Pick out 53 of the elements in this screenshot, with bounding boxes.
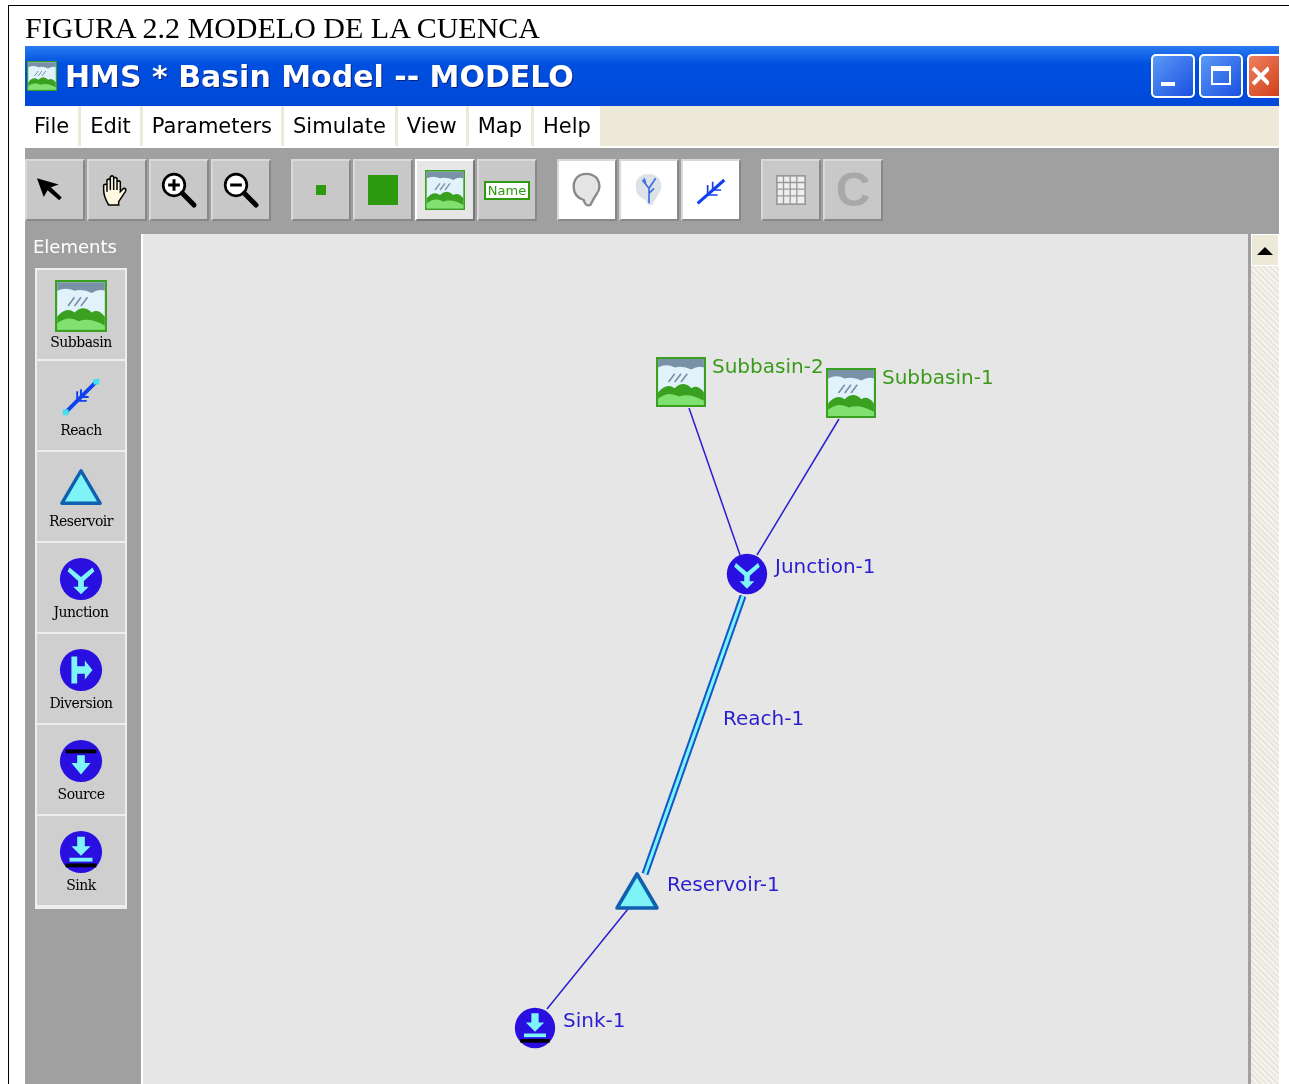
vertical-scrollbar[interactable]	[1248, 234, 1279, 1084]
scroll-up-button[interactable]	[1251, 234, 1279, 266]
up-arrow-icon	[1257, 245, 1273, 255]
menu-item[interactable]: File	[25, 106, 79, 146]
maximize-icon	[1210, 65, 1232, 87]
menu-item[interactable]: Map	[468, 106, 531, 146]
element-label: Subbasin-1	[882, 365, 994, 389]
element-button[interactable]: Junction	[37, 543, 125, 634]
sink-icon	[58, 828, 104, 875]
menu-item[interactable]: Help	[534, 106, 600, 146]
element-label: Junction-1	[775, 554, 876, 578]
close-icon	[1249, 64, 1269, 88]
source-icon	[58, 737, 104, 784]
element-label: Sink-1	[563, 1008, 626, 1032]
zoom-out-icon	[221, 170, 261, 210]
zoom-in-icon	[159, 170, 199, 210]
menu-item[interactable]: View	[397, 106, 466, 146]
element-button[interactable]: Diversion	[37, 634, 125, 725]
element-button[interactable]: Source	[37, 725, 125, 816]
maximize-button[interactable]	[1199, 54, 1243, 98]
tool-button[interactable]: Name	[477, 159, 537, 221]
palette-title: Elements	[33, 235, 118, 259]
menu-item[interactable]: Simulate	[284, 106, 395, 146]
junction-node[interactable]	[725, 552, 769, 596]
tool-button[interactable]	[87, 159, 147, 221]
square-icon	[316, 185, 326, 195]
junction-icon	[58, 555, 104, 602]
element-button[interactable]: Sink	[37, 816, 125, 907]
close-button[interactable]	[1247, 54, 1279, 98]
element-button[interactable]: Reservoir	[37, 452, 125, 543]
app-icon	[27, 61, 57, 91]
figure-caption: FIGURA 2.2 MODELO DE LA CUENCA	[25, 10, 541, 46]
element-button[interactable]: Subbasin	[37, 270, 125, 361]
square-icon	[368, 175, 398, 205]
tool-button[interactable]	[149, 159, 209, 221]
menu-item[interactable]: Edit	[81, 106, 140, 146]
landscape-node[interactable]	[656, 357, 706, 407]
element-label: Reservoir-1	[667, 872, 780, 896]
element-label: Subbasin-2	[712, 354, 824, 378]
menu-item[interactable]: Parameters	[142, 106, 281, 146]
landscape-icon	[55, 279, 107, 332]
minimize-button[interactable]	[1151, 54, 1195, 98]
tool-button[interactable]	[681, 159, 741, 221]
element-button[interactable]: Reach	[37, 361, 125, 452]
tool-button[interactable]	[211, 159, 271, 221]
element-label: Reach-1	[723, 706, 805, 730]
sink-node[interactable]	[513, 1006, 557, 1050]
minimize-icon	[1161, 82, 1175, 86]
tool-button[interactable]	[25, 159, 85, 221]
landscape-node[interactable]	[826, 368, 876, 418]
window-title: HMS * Basin Model -- MODELO	[65, 58, 574, 94]
landscape-icon	[425, 170, 465, 210]
diversion-icon	[58, 646, 104, 693]
